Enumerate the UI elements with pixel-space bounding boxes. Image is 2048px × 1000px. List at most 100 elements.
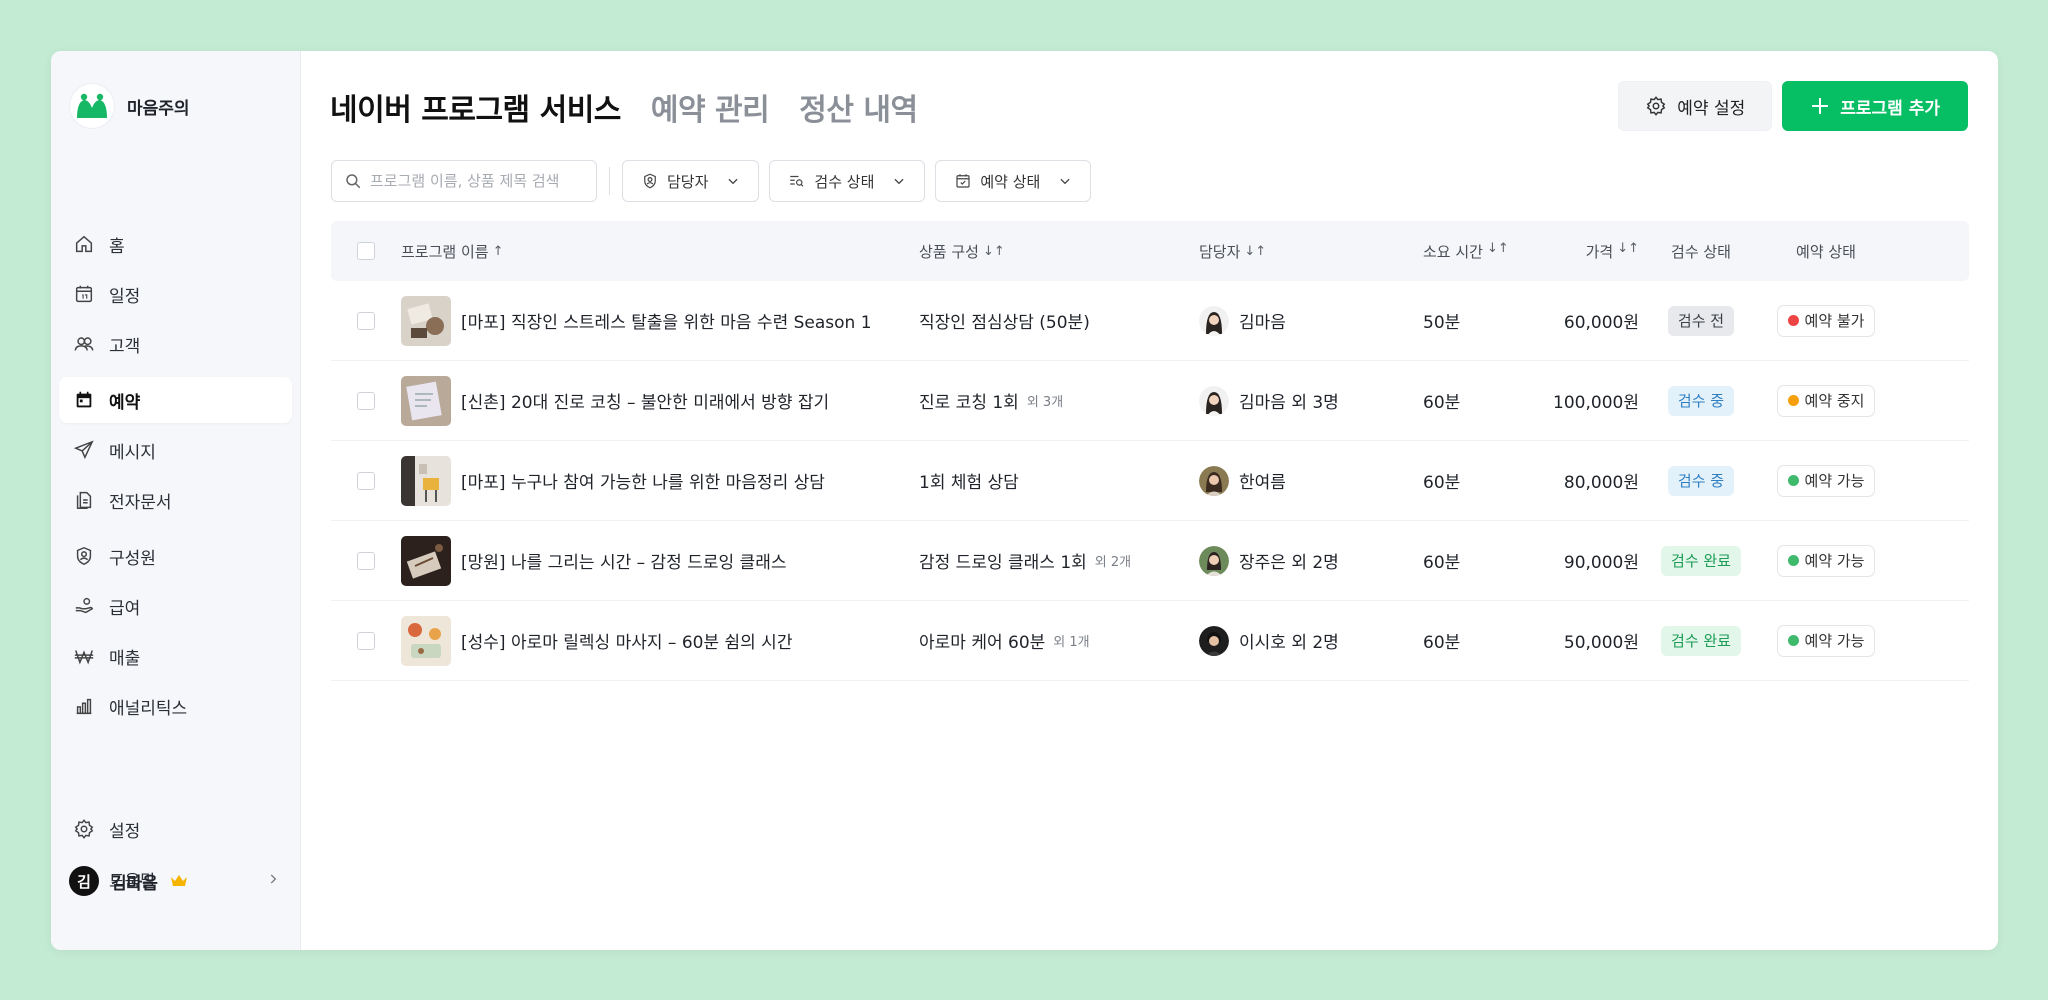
crown-icon <box>170 875 187 886</box>
col-review-status: 검수 상태 <box>1639 241 1763 262</box>
col-program-name[interactable]: 프로그램 이름 ↑ <box>401 241 919 262</box>
program-name: [마포] 누구나 참여 가능한 나를 위한 마음정리 상담 <box>461 473 825 493</box>
sidebar-item-label: 급여 <box>109 598 141 619</box>
duration-cell: 60분 <box>1423 393 1461 413</box>
program-name: [신촌] 20대 진로 코칭 – 불안한 미래에서 방향 잡기 <box>461 393 830 413</box>
col-label: 프로그램 이름 <box>401 242 489 261</box>
row-checkbox[interactable] <box>357 391 375 410</box>
product-name: 1회 체험 상담 <box>919 473 1019 493</box>
col-product[interactable]: 상품 구성 ↓↑ <box>919 241 1199 262</box>
row-checkbox[interactable] <box>357 631 375 650</box>
search-input[interactable] <box>370 172 590 190</box>
table-row[interactable]: [마포] 누구나 참여 가능한 나를 위한 마음정리 상담 1회 체험 상담 한… <box>331 441 1969 521</box>
won-icon <box>74 650 94 665</box>
sidebar-item-label: 전자문서 <box>109 492 172 513</box>
review-status-filter[interactable]: 검수 상태 <box>769 160 926 202</box>
duration-cell: 60분 <box>1423 633 1461 653</box>
col-label: 상품 구성 <box>919 242 979 261</box>
row-checkbox[interactable] <box>357 311 375 330</box>
chevron-down-icon <box>894 178 904 185</box>
user-profile[interactable]: 김 김마음 <box>69 866 188 896</box>
sidebar-item-settings[interactable]: 설정 <box>59 806 292 852</box>
sort-icon: ↓↑ <box>1244 243 1267 259</box>
sidebar-nav: 홈 일정 고객 예약 메시지 전자문서 구성원 급여 매출 애널리틱스 <box>59 221 292 733</box>
sidebar-item-analytics[interactable]: 애널리틱스 <box>59 683 292 729</box>
review-status-badge: 검수 완료 <box>1661 625 1741 656</box>
calendar-icon <box>75 285 93 303</box>
sidebar-item-label: 일정 <box>109 286 141 307</box>
col-manager[interactable]: 담당자 ↓↑ <box>1199 241 1423 262</box>
calendar-check-icon <box>956 174 970 188</box>
booking-status-filter[interactable]: 예약 상태 <box>935 160 1092 202</box>
review-status-cell: 검수 중 <box>1639 465 1763 496</box>
status-dot <box>1787 555 1799 566</box>
tab-booking-management[interactable]: 예약 관리 <box>651 85 770 129</box>
salary-icon <box>75 597 94 614</box>
sidebar-item-customers[interactable]: 고객 <box>59 321 292 367</box>
calendar-filled-icon <box>76 391 92 408</box>
tab-program-service[interactable]: 네이버 프로그램 서비스 <box>330 85 621 129</box>
review-status-badge: 검수 완료 <box>1661 545 1741 576</box>
booking-status-badge[interactable]: 예약 불가 <box>1776 304 1876 337</box>
col-price[interactable]: 가격 ↓↑ <box>1513 241 1639 262</box>
col-duration[interactable]: 소요 시간 ↓↑ <box>1423 241 1513 262</box>
booking-status-badge[interactable]: 예약 가능 <box>1776 464 1876 497</box>
filter-bar: 담당자 검수 상태 예약 상태 <box>331 160 1092 202</box>
product-extra: 외 3개 <box>1026 395 1064 410</box>
booking-status-cell: 예약 가능 <box>1763 464 1889 497</box>
sidebar-item-documents[interactable]: 전자문서 <box>59 477 292 523</box>
brand-name: 마음주의 <box>127 98 190 119</box>
row-checkbox[interactable] <box>357 551 375 570</box>
sidebar-item-salary[interactable]: 급여 <box>59 583 292 629</box>
table-row[interactable]: [성수] 아로마 릴렉싱 마사지 – 60분 쉼의 시간 아로마 케어 60분 외… <box>331 601 1969 681</box>
sidebar-item-members[interactable]: 구성원 <box>59 533 292 579</box>
table-row[interactable]: [망원] 나를 그리는 시간 – 감정 드로잉 클래스 감정 드로잉 클래스 1… <box>331 521 1969 601</box>
product-cell: 감정 드로잉 클래스 1회 외 2개 <box>919 548 1199 573</box>
booking-status-cell: 예약 가능 <box>1763 544 1889 577</box>
manager-name: 장주은 외 2명 <box>1239 553 1339 573</box>
booking-status-badge[interactable]: 예약 가능 <box>1776 544 1876 577</box>
review-status-cell: 검수 전 <box>1639 305 1763 336</box>
price-cell: 80,000원 <box>1563 473 1639 493</box>
program-name-cell: [마포] 누구나 참여 가능한 나를 위한 마음정리 상담 <box>401 455 919 506</box>
program-thumbnail <box>401 615 451 666</box>
manager-avatar <box>1199 625 1229 656</box>
booking-settings-button[interactable]: 예약 설정 <box>1618 81 1773 131</box>
table-row[interactable]: [마포] 직장인 스트레스 탈출을 위한 마음 수련 Season 1 직장인 … <box>331 281 1969 361</box>
booking-status-label: 예약 가능 <box>1804 632 1865 650</box>
manager-avatar <box>1199 385 1229 416</box>
sidebar-item-home[interactable]: 홈 <box>59 221 292 267</box>
gear-icon <box>1646 96 1666 116</box>
review-status-filter-label: 검수 상태 <box>814 172 875 191</box>
product-name: 감정 드로잉 클래스 1회 <box>919 553 1087 573</box>
row-checkbox[interactable] <box>357 471 375 490</box>
add-program-button[interactable]: 프로그램 추가 <box>1782 81 1968 131</box>
sidebar-item-sales[interactable]: 매출 <box>59 633 292 679</box>
header-tabs: 네이버 프로그램 서비스 예약 관리 정산 내역 <box>330 85 918 129</box>
member-icon <box>644 173 656 189</box>
booking-status-badge[interactable]: 예약 가능 <box>1776 624 1876 657</box>
row-check-cell <box>331 311 401 330</box>
program-name: [마포] 직장인 스트레스 탈출을 위한 마음 수련 Season 1 <box>461 313 872 333</box>
booking-status-badge[interactable]: 예약 중지 <box>1776 384 1876 417</box>
sort-icon: ↓↑ <box>1617 240 1639 256</box>
booking-status-label: 예약 불가 <box>1804 312 1865 330</box>
product-cell: 진로 코칭 1회 외 3개 <box>919 388 1199 413</box>
select-all-checkbox[interactable] <box>357 242 375 260</box>
price-cell: 100,000원 <box>1553 393 1639 413</box>
manager-filter[interactable]: 담당자 <box>622 160 760 202</box>
product-name: 직장인 점심상담 (50분) <box>919 313 1090 333</box>
sort-icon: ↓↑ <box>982 243 1005 259</box>
brand[interactable]: 마음주의 <box>69 83 190 129</box>
col-label: 담당자 <box>1199 242 1241 261</box>
status-dot <box>1787 395 1799 406</box>
manager-cell: 장주은 외 2명 <box>1199 545 1423 576</box>
sidebar-item-message[interactable]: 메시지 <box>59 427 292 473</box>
manager-cell: 한여름 <box>1199 465 1423 496</box>
table-row[interactable]: [신촌] 20대 진로 코칭 – 불안한 미래에서 방향 잡기 진로 코칭 1회… <box>331 361 1969 441</box>
sidebar-item-schedule[interactable]: 일정 <box>59 271 292 317</box>
col-label: 예약 상태 <box>1796 242 1856 261</box>
manager-cell: 김마음 외 3명 <box>1199 385 1423 416</box>
sidebar-item-booking[interactable]: 예약 <box>59 377 292 423</box>
tab-settlement[interactable]: 정산 내역 <box>799 85 918 129</box>
